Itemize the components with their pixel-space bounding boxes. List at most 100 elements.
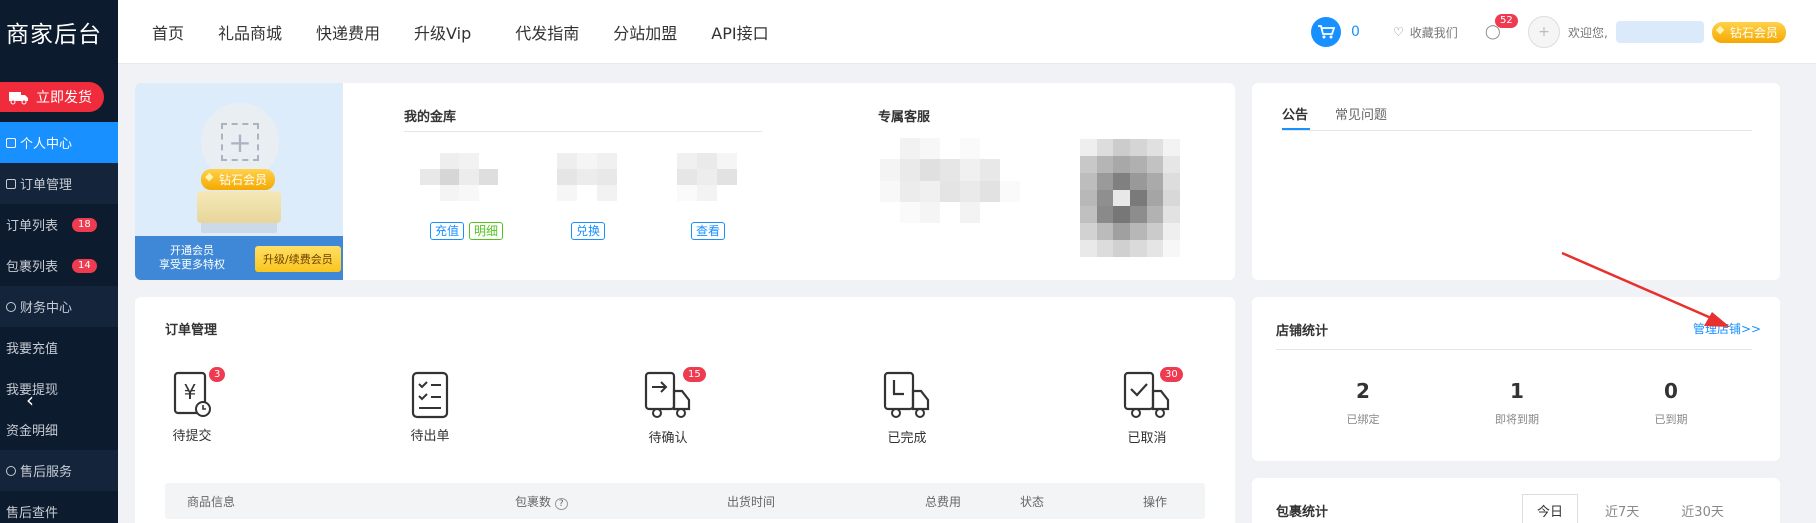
profile-card: + 钻石会员 开通会员 享受更多特权 升级/续费会员 我的金库 专属客服 充值 … (135, 83, 1235, 280)
nav-guide[interactable]: 代发指南 (515, 20, 579, 44)
ship-now-button[interactable]: 立即发货 (0, 82, 104, 112)
sidebar-item-label: 财务中心 (20, 301, 73, 316)
sidebar-item-label: 个人中心 (20, 137, 73, 152)
status-badge: 15 (683, 367, 706, 382)
help-icon[interactable]: ? (554, 498, 568, 510)
view-tag[interactable]: 查看 (691, 222, 726, 240)
sidebar-item-label: 订单管理 (20, 178, 73, 193)
document-icon (6, 178, 16, 189)
package-stats-card: 包裹统计 今日 近7天 近30天 (1252, 478, 1780, 523)
col-status: 状态 (1020, 495, 1045, 509)
profile-avatar-panel: + 钻石会员 开通会员 享受更多特权 升级/续费会员 (135, 83, 343, 280)
range-7days[interactable]: 近7天 (1590, 494, 1654, 523)
range-today[interactable]: 今日 (1522, 494, 1579, 523)
service-contact-redacted (880, 138, 1020, 223)
sidebar-item-withdraw[interactable]: 我要提现 (0, 368, 118, 409)
brand-title: 商家后台 (6, 22, 102, 48)
stat-expired-label: 已到期 (1654, 413, 1688, 426)
stat-expiring-value: 1 (1510, 379, 1524, 403)
stat-bound-value: 2 (1356, 379, 1370, 403)
stat-expired-value: 0 (1664, 379, 1678, 403)
orders-title: 订单管理 (165, 323, 218, 338)
package-count-badge: 14 (72, 258, 97, 273)
avatar[interactable]: + (1528, 16, 1560, 48)
service-title: 专属客服 (878, 110, 931, 125)
truck-clock-icon (883, 371, 930, 418)
favorite-label: 收藏我们 (1409, 25, 1458, 40)
message-count-badge: 52 (1495, 14, 1518, 28)
status-cancelled[interactable]: 已取消 30 (1102, 367, 1192, 446)
exchange-tag[interactable]: 兑换 (571, 222, 606, 240)
nav-gift-mall[interactable]: 礼品商城 (218, 20, 282, 44)
stat-expiring-label: 即将到期 (1495, 413, 1539, 426)
status-badge: 30 (1160, 367, 1183, 382)
range-tabs: 今日 近7天 近30天 (1522, 494, 1751, 523)
nav-express-fee[interactable]: 快递费用 (316, 20, 380, 44)
status-label: 已完成 (887, 431, 927, 446)
nav-upgrade-vip[interactable]: 升级Vip (414, 20, 471, 44)
ship-now-label: 立即发货 (36, 90, 92, 106)
top-bar: 首页 礼品商城 快递费用 升级Vip 代发指南 分站加盟 API接口 0 ♡ 收… (118, 0, 1816, 64)
sidebar-group-finance[interactable]: 财务中心 (0, 286, 118, 327)
vault-coupon-redacted (677, 153, 737, 201)
orders-table-header: 商品信息 包裹数 ? 出货时间 总费用 状态 操作 (165, 483, 1205, 519)
upgrade-vip-button[interactable]: 升级/续费会员 (255, 246, 341, 272)
username-redacted (1615, 21, 1704, 43)
stat-bound-label: 已绑定 (1346, 413, 1380, 426)
sidebar-item-order-list[interactable]: 订单列表 18 (0, 204, 118, 245)
nav-franchise[interactable]: 分站加盟 (613, 20, 677, 44)
welcome-text: 欢迎您, (1568, 25, 1608, 40)
status-label: 已取消 (1127, 431, 1167, 446)
cart-icon[interactable] (1311, 17, 1341, 47)
sidebar-item-funds[interactable]: 资金明细 (0, 409, 118, 450)
sidebar: 商家后台 立即发货 个人中心 订单管理 订单列表 18 包裹列表 14 财务中心 我… (0, 0, 118, 523)
col-total-fee: 总费用 (925, 495, 962, 509)
sidebar-group-orders[interactable]: 订单管理 (0, 163, 118, 204)
sidebar-menu: 个人中心 订单管理 订单列表 18 包裹列表 14 财务中心 我要充值 我要提现 资… (0, 122, 118, 523)
vault-title: 我的金库 (404, 110, 457, 125)
nav-home[interactable]: 首页 (152, 20, 184, 44)
status-label: 待提交 (172, 429, 212, 444)
status-pending-issue[interactable]: 待出单 (385, 371, 475, 444)
favorite-link[interactable]: ♡ 收藏我们 (1393, 0, 1458, 64)
order-management-card: 订单管理 ¥ 待提交 3 待出单 待确认 15 已完成 已取消 30 商品信息 … (135, 297, 1235, 523)
col-product: 商品信息 (187, 495, 236, 509)
status-completed[interactable]: 已完成 (862, 371, 952, 446)
sidebar-group-aftersale[interactable]: 售后服务 (0, 450, 118, 491)
store-divider (1276, 349, 1752, 350)
range-30days[interactable]: 近30天 (1666, 494, 1739, 523)
cart-area[interactable]: 0 (1311, 0, 1360, 64)
user-area[interactable]: + 欢迎您, 钻石会员 (1528, 0, 1786, 64)
service-icon (6, 465, 16, 476)
nav-api[interactable]: API接口 (711, 20, 768, 44)
svg-text:¥: ¥ (184, 380, 197, 404)
open-vip-sub: 享受更多特权 (159, 258, 225, 271)
vip-strip: 开通会员 享受更多特权 升级/续费会员 (135, 236, 343, 280)
col-packages: 包裹数 ? (515, 493, 568, 510)
recharge-tag[interactable]: 充值 (430, 222, 465, 240)
notice-card: 公告 常见问题 (1252, 83, 1780, 280)
sidebar-item-profile[interactable]: 个人中心 (0, 122, 118, 163)
open-vip-label: 开通会员 (170, 244, 214, 257)
manage-store-link[interactable]: 管理店铺>> (1693, 320, 1761, 337)
finance-icon (6, 301, 16, 312)
sidebar-item-aftersale-check[interactable]: 售后查件 (0, 491, 118, 523)
sidebar-item-package-list[interactable]: 包裹列表 14 (0, 245, 118, 286)
tab-faq[interactable]: 常见问题 (1335, 104, 1387, 123)
cart-count: 0 (1351, 24, 1360, 40)
service-qrcode-redacted (1080, 139, 1180, 257)
sidebar-item-recharge[interactable]: 我要充值 (0, 327, 118, 368)
status-label: 待出单 (410, 429, 450, 444)
checklist-icon (411, 371, 449, 419)
collapse-arrow-icon[interactable]: ‹ (26, 388, 34, 412)
tab-announcement[interactable]: 公告 (1282, 104, 1308, 123)
status-pending-submit[interactable]: ¥ 待提交 3 (147, 367, 237, 444)
sidebar-item-label: 售后查件 (6, 506, 59, 521)
upload-plus-icon: + (221, 123, 259, 161)
status-pending-confirm[interactable]: 待确认 15 (623, 367, 713, 446)
message-button[interactable]: ◯ 52 (1485, 0, 1518, 64)
truck-icon (9, 92, 28, 105)
top-nav: 首页 礼品商城 快递费用 升级Vip 代发指南 分站加盟 API接口 (152, 0, 803, 64)
details-tag[interactable]: 明细 (469, 222, 504, 240)
vault-divider (404, 131, 762, 132)
